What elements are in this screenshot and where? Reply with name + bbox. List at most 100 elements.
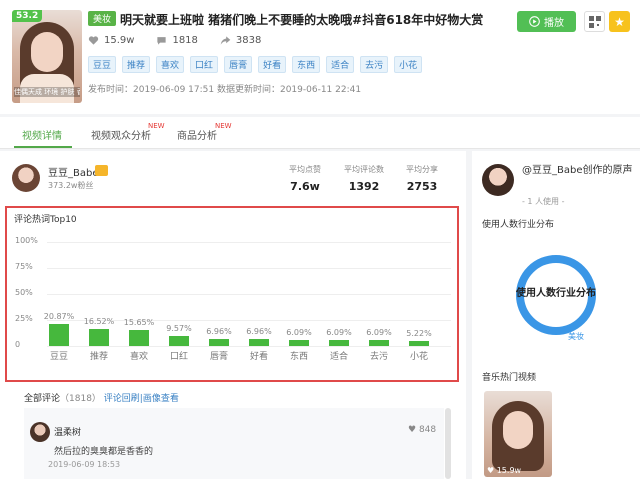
bar-value-label: 6.09% xyxy=(286,327,312,337)
bar[interactable] xyxy=(249,338,269,346)
comment-likes: ♥ 848 xyxy=(408,425,437,435)
video-thumbnail[interactable]: 53.2 佳偶天成 环境 护肤 香港 xyxy=(12,10,82,103)
author-avatar[interactable] xyxy=(12,164,40,192)
x-category-label: 口红 xyxy=(169,352,188,362)
grid-line xyxy=(47,346,451,347)
comment-date: 2019-06-09 18:53 xyxy=(48,460,121,469)
sound-title[interactable]: @豆豆_Babe创作的原声 xyxy=(522,164,638,177)
video-stats: 15.9w 1818 3838 xyxy=(88,35,261,46)
tab-video-detail[interactable]: 视频详情 xyxy=(22,127,62,142)
likes-stat: 15.9w xyxy=(88,35,134,46)
bar-value-label: 6.96% xyxy=(246,326,272,336)
heart-icon xyxy=(88,36,99,45)
y-tick-label: 0 xyxy=(15,340,21,349)
publish-times: 发布时间：2019-06-09 17:51 数据更新时间：2019-06-11 … xyxy=(88,85,362,95)
comment-scrollbar[interactable] xyxy=(445,408,451,479)
play-icon xyxy=(529,16,540,27)
comment-text: 然后拉的臭臭都是香香的 xyxy=(54,447,154,457)
verified-icon xyxy=(95,165,108,176)
star-icon: ★ xyxy=(614,14,625,29)
x-category-label: 东西 xyxy=(289,352,308,362)
bar-value-label: 15.65% xyxy=(123,317,155,327)
avg-comments: 平均评论数 1392 xyxy=(344,165,384,193)
bar-value-label: 20.87% xyxy=(43,312,75,322)
video-title: 明天就要上班啦 猪猪们晚上不要睡的太晚哦#抖音618年中好物大赏 xyxy=(120,13,484,27)
new-badge: NEW xyxy=(148,122,165,130)
y-tick-label: 25% xyxy=(15,314,33,323)
sound-author-avatar[interactable] xyxy=(482,164,514,196)
donut-legend: 美妆 xyxy=(568,332,584,341)
tab-audience-analysis[interactable]: 视频观众分析 xyxy=(91,127,151,142)
x-category-label: 小花 xyxy=(409,352,428,362)
sound-users: - 1 人使用 - xyxy=(522,197,565,206)
video-tag[interactable]: 唇膏 xyxy=(224,56,253,73)
bar-value-label: 6.09% xyxy=(326,327,352,337)
donut-center-text: 使用人数行业分布 xyxy=(516,288,596,299)
play-button[interactable]: 播放 xyxy=(517,11,576,32)
x-category-label: 豆豆 xyxy=(49,352,68,362)
avg-likes: 平均点赞 7.6w xyxy=(289,165,321,193)
video-tag[interactable]: 口红 xyxy=(190,56,219,73)
comments-stat: 1818 xyxy=(156,35,198,46)
favorite-button[interactable]: ★ xyxy=(609,11,630,32)
comments-header: 全部评论（1818） 评论回刷|画像查看 xyxy=(24,394,179,404)
comment-list: 温柔树 ♥ 848 然后拉的臭臭都是香香的 2019-06-09 18:53 xyxy=(24,408,444,479)
share-icon xyxy=(220,36,231,45)
chart-title: 评论热词Top10 xyxy=(14,215,77,225)
detail-tabs: 视频详情 视频观众分析 NEW 商品分析 NEW xyxy=(0,117,640,149)
grid-line xyxy=(47,268,451,269)
bar[interactable] xyxy=(49,324,69,346)
bar-value-label: 6.09% xyxy=(366,327,392,337)
bar[interactable] xyxy=(129,329,149,346)
score-badge: 53.2 xyxy=(12,10,43,22)
video-tag[interactable]: 适合 xyxy=(326,56,355,73)
qr-code-icon xyxy=(588,15,601,28)
active-tab-indicator xyxy=(14,146,72,148)
hot-video-likes: ♥ 15.9w xyxy=(487,466,522,475)
bar[interactable] xyxy=(329,339,349,346)
video-tag[interactable]: 东西 xyxy=(292,56,321,73)
x-category-label: 推荐 xyxy=(89,352,108,362)
x-category-label: 适合 xyxy=(329,352,348,362)
comment-tools-link[interactable]: 评论回刷|画像查看 xyxy=(104,394,179,404)
bar[interactable] xyxy=(409,340,429,346)
qr-code-button[interactable] xyxy=(584,11,605,32)
author-name[interactable]: 豆豆_Babe xyxy=(48,164,99,179)
side-panel: @豆豆_Babe创作的原声 - 1 人使用 - 使用人数行业分布 使用人数行业分… xyxy=(472,151,640,479)
video-tag[interactable]: 喜欢 xyxy=(156,56,185,73)
x-category-label: 唇膏 xyxy=(209,352,228,362)
bar[interactable] xyxy=(89,328,109,346)
y-tick-label: 50% xyxy=(15,288,33,297)
video-tag[interactable]: 去污 xyxy=(360,56,389,73)
bar[interactable] xyxy=(209,338,229,346)
bar[interactable] xyxy=(169,336,189,346)
bar-value-label: 5.22% xyxy=(406,328,432,338)
hot-video-thumbnail[interactable]: ♥ 15.9w xyxy=(484,391,552,477)
bar-value-label: 6.96% xyxy=(206,326,232,336)
category-badge: 美妆 xyxy=(88,11,117,26)
industry-distribution-label: 使用人数行业分布 xyxy=(482,220,555,230)
grid-line xyxy=(47,294,451,295)
bar-value-label: 16.52% xyxy=(83,316,115,326)
grid-line xyxy=(47,242,451,243)
video-tags: 豆豆 推荐 喜欢 口红 唇膏 好看 东西 适合 去污 小花 xyxy=(88,56,423,73)
x-category-label: 喜欢 xyxy=(129,352,148,362)
video-tag[interactable]: 小花 xyxy=(394,56,423,73)
shares-stat: 3838 xyxy=(220,35,261,46)
avg-shares: 平均分享 2753 xyxy=(406,165,438,193)
x-category-label: 好看 xyxy=(249,352,268,362)
tab-product-analysis[interactable]: 商品分析 xyxy=(177,127,217,142)
bar[interactable] xyxy=(289,339,309,346)
video-tag[interactable]: 推荐 xyxy=(122,56,151,73)
thumbnail-caption: 佳偶天成 环境 护肤 香港 xyxy=(14,87,80,97)
video-header: 53.2 佳偶天成 环境 护肤 香港 美妆 明天就要上班啦 猪猪们晚上不要睡的太… xyxy=(0,0,640,114)
bar[interactable] xyxy=(369,339,389,346)
comment-keywords-chart: 评论热词Top10 100% 75% 50% 25% 0 20.87% 豆豆 16.52% 推荐… xyxy=(5,206,459,382)
video-tag[interactable]: 好看 xyxy=(258,56,287,73)
comment-icon xyxy=(157,37,167,45)
bar-value-label: 9.57% xyxy=(166,324,192,334)
main-panel: 豆豆_Babe 373.2w粉丝 平均点赞 7.6w 平均评论数 1392 平均… xyxy=(0,151,466,479)
video-tag[interactable]: 豆豆 xyxy=(88,56,117,73)
hot-music-videos-label: 音乐热门视频 xyxy=(482,373,537,383)
commenter-avatar xyxy=(30,422,50,442)
